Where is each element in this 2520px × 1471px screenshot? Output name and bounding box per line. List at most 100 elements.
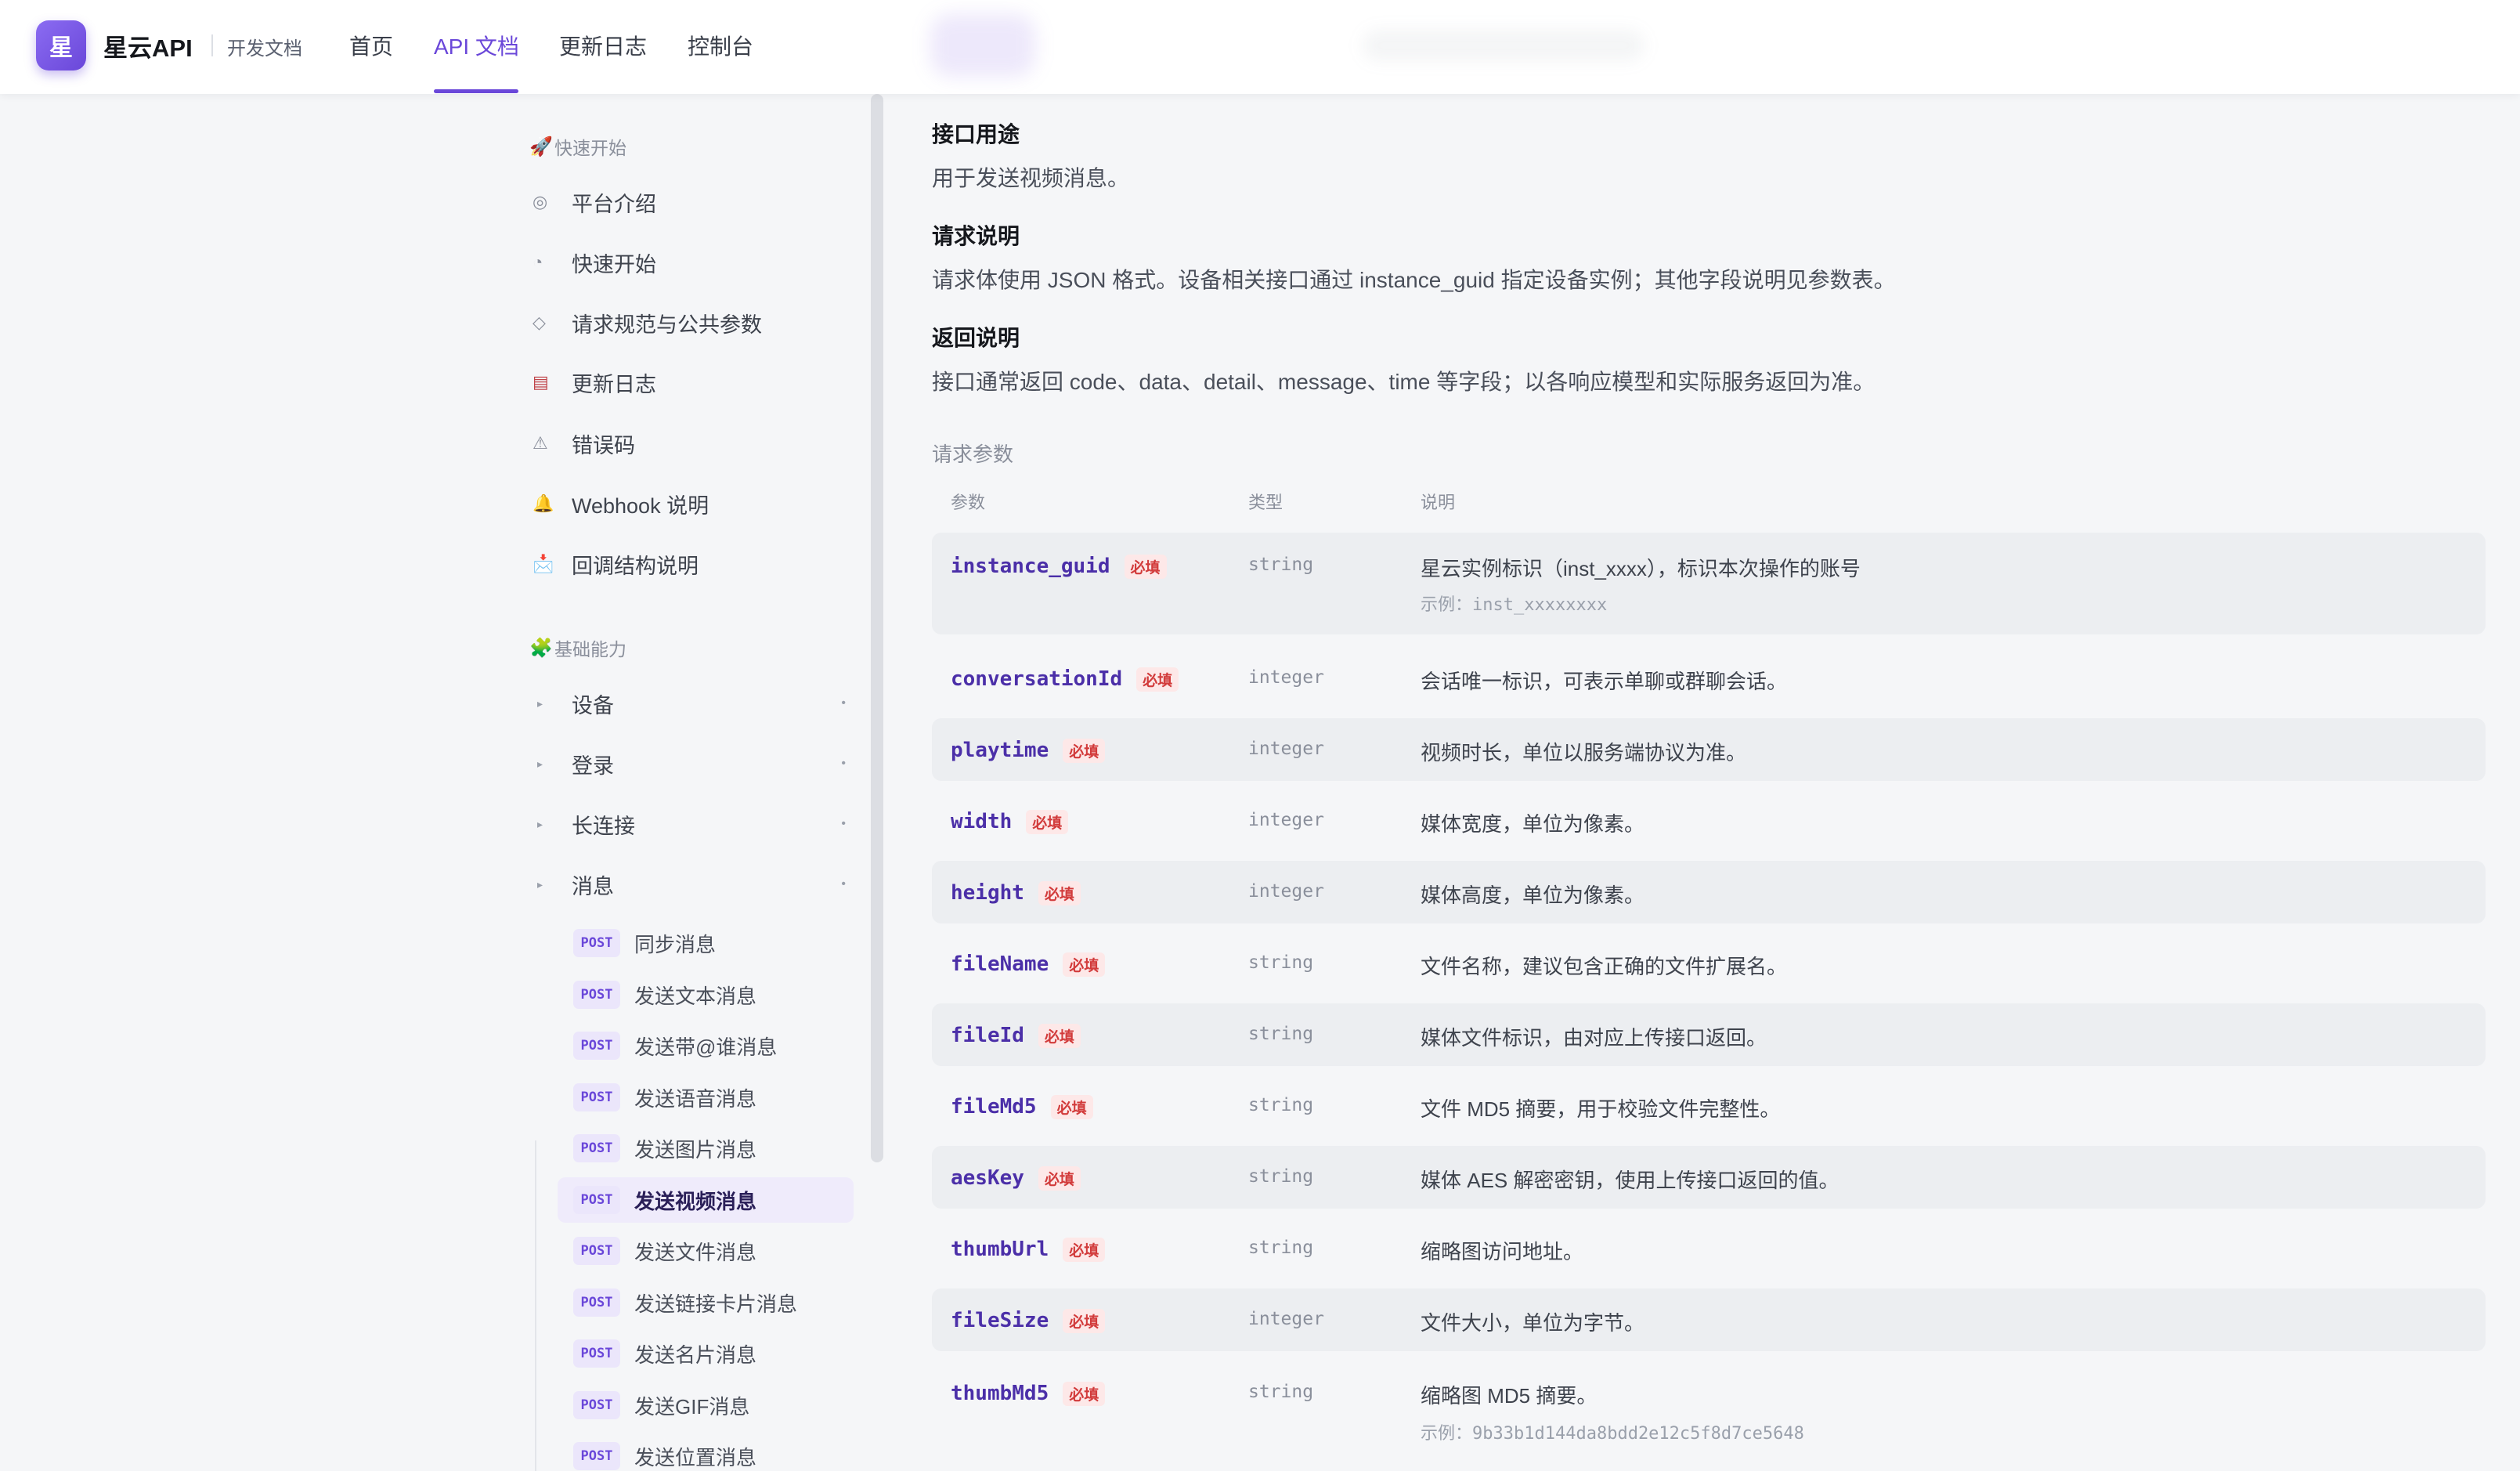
sidebar-item-request-spec[interactable]: ◇ 请求规范与公共参数 [529, 299, 858, 346]
table-row: aesKey 必填 string 媒体 AES 解密密钥，使用上传接口返回的值。 [932, 1146, 2486, 1209]
table-row: thumbMd5 必填 string 缩略图 MD5 摘要。 示例：9b33b1d… [932, 1360, 2486, 1462]
param-desc: 文件名称，建议包含正确的文件扩展名。 [1421, 955, 1788, 978]
sidebar-item-intro[interactable]: ◎ 平台介绍 [529, 179, 858, 226]
caret-right-icon: ▸ [537, 757, 543, 770]
sidebar-endpoint-send-voice[interactable]: POST 发送语音消息 [558, 1075, 854, 1120]
table-row: conversationId 必填 integer 会话唯一标识，可表示单聊或群聊… [932, 647, 2486, 710]
param-type: integer [1248, 739, 1324, 759]
brand-name[interactable]: 星云API [103, 28, 193, 63]
sidebar-endpoint-sync-message[interactable]: POST 同步消息 [558, 920, 854, 966]
example-value: 9b33b1d144da8bdd2e12c5f8d7ce5648 [1472, 1424, 1804, 1444]
clock-icon: ◔ [533, 252, 543, 272]
param-desc: 媒体宽度，单位为像素。 [1421, 812, 1645, 836]
blurred-search [1363, 30, 1644, 61]
sidebar-item-label: Webhook 说明 [572, 493, 709, 518]
chevron-down-icon: • [841, 877, 846, 891]
sidebar-endpoint-send-link-card[interactable]: POST 发送链接卡片消息 [558, 1280, 854, 1325]
required-badge: 必填 [1038, 881, 1081, 905]
nav-changelog[interactable]: 更新日志 [559, 30, 647, 61]
param-type: string [1248, 1166, 1314, 1187]
sidebar-group-message[interactable]: ▸ 消息 • [529, 861, 858, 908]
required-badge: 必填 [1026, 810, 1069, 834]
column-header-desc: 说明 [1421, 493, 1456, 512]
endpoint-label: 发送文件消息 [634, 1240, 757, 1264]
column-header-name: 参数 [951, 493, 986, 512]
logo[interactable]: 星 [36, 20, 86, 70]
sidebar-item-callback[interactable]: 📩 回调结构说明 [529, 540, 858, 587]
diamond-icon: ◇ [533, 313, 546, 332]
caret-right-icon: ▸ [537, 877, 543, 891]
param-desc: 媒体文件标识，由对应上传接口返回。 [1421, 1026, 1767, 1050]
chevron-down-icon: • [841, 817, 846, 830]
section-title-purpose: 接口用途 [932, 122, 1020, 146]
nav-active-indicator [434, 89, 518, 93]
sidebar-endpoint-send-mention[interactable]: POST 发送带@谁消息 [558, 1023, 854, 1068]
required-badge: 必填 [1050, 1095, 1093, 1119]
params-title: 请求参数 [932, 443, 1014, 466]
sidebar-item-error-codes[interactable]: ⚠ 错误码 [529, 420, 858, 467]
sidebar-endpoint-send-video[interactable]: POST 发送视频消息 [558, 1177, 854, 1223]
method-badge: POST [573, 1083, 620, 1111]
sidebar-item-quickstart[interactable]: ◔ 快速开始 [529, 239, 858, 286]
param-name: fileId [951, 1024, 1024, 1047]
target-icon: ◎ [533, 192, 548, 211]
method-badge: POST [573, 1442, 620, 1470]
method-badge: POST [573, 1288, 620, 1317]
nav-api-docs[interactable]: API 文档 [434, 30, 519, 61]
param-example: 示例：inst_xxxxxxxx [1421, 591, 1607, 616]
sidebar-group-device[interactable]: ▸ 设备 • [529, 680, 858, 727]
sidebar-group-label: 快速开始 [554, 138, 626, 158]
param-name: fileName [951, 952, 1049, 976]
sidebar-item-webhook[interactable]: 🔔 Webhook 说明 [529, 480, 858, 527]
sidebar-item-label: 消息 [572, 874, 614, 898]
puzzle-icon: 🧩 [529, 637, 553, 659]
bell-icon: 🔔 [533, 493, 554, 513]
table-row: instance_guid 必填 string 星云实例标识（inst_xxxx）… [932, 533, 2486, 634]
submenu-guide-line [535, 1140, 536, 1471]
required-badge: 必填 [1038, 1166, 1081, 1191]
sidebar-group-long-connection[interactable]: ▸ 长连接 • [529, 801, 858, 848]
param-name: fileMd5 [951, 1095, 1037, 1119]
section-text-purpose: 用于发送视频消息。 [932, 166, 1130, 190]
param-desc: 缩略图访问地址。 [1421, 1240, 1584, 1263]
param-desc: 缩略图 MD5 摘要。 [1421, 1384, 1598, 1408]
example-value: inst_xxxxxxxx [1472, 595, 1608, 615]
param-name: instance_guid [951, 555, 1110, 578]
nav-home[interactable]: 首页 [349, 30, 393, 61]
param-desc: 媒体 AES 解密密钥，使用上传接口返回的值。 [1421, 1169, 1839, 1192]
sidebar-endpoint-send-gif[interactable]: POST 发送GIF消息 [558, 1382, 854, 1428]
table-row: playtime 必填 integer 视频时长，单位以服务端协议为准。 [932, 718, 2486, 781]
sidebar-group-login[interactable]: ▸ 登录 • [529, 740, 858, 787]
param-name: fileSize [951, 1309, 1049, 1332]
method-badge: POST [573, 1186, 620, 1214]
column-header-type: 类型 [1248, 493, 1283, 512]
method-badge: POST [573, 929, 620, 957]
sidebar-group-quickstart: 🚀 快速开始 [529, 133, 626, 160]
sidebar-item-label: 错误码 [572, 433, 635, 457]
param-name: width [951, 810, 1013, 833]
required-badge: 必填 [1063, 739, 1106, 763]
param-type: integer [1248, 1309, 1324, 1329]
method-badge: POST [573, 1339, 620, 1368]
api-doc-content: 接口用途 用于发送视频消息。 请求说明 请求体使用 JSON 格式。设备相关接口… [932, 94, 2506, 1471]
endpoint-label: 发送GIF消息 [634, 1394, 750, 1419]
param-desc: 文件 MD5 摘要，用于校验文件完整性。 [1421, 1097, 1781, 1121]
endpoint-label: 同步消息 [634, 932, 717, 956]
required-badge: 必填 [1063, 1382, 1106, 1406]
sidebar-item-label: 快速开始 [572, 252, 656, 276]
inbox-icon: 📩 [533, 554, 554, 573]
sidebar-endpoint-send-text[interactable]: POST 发送文本消息 [558, 972, 854, 1017]
sidebar-item-changelog[interactable]: ▤ 更新日志 [529, 359, 858, 406]
endpoint-label: 发送文本消息 [634, 984, 757, 1008]
sidebar-scrollbar[interactable] [871, 94, 883, 1162]
caret-right-icon: ▸ [537, 817, 543, 830]
sidebar-endpoint-send-contact-card[interactable]: POST 发送名片消息 [558, 1331, 854, 1376]
required-badge: 必填 [1063, 1238, 1106, 1262]
sidebar-endpoint-send-image[interactable]: POST 发送图片消息 [558, 1126, 854, 1171]
nav-console[interactable]: 控制台 [688, 30, 753, 61]
blurred-button [930, 14, 1035, 77]
sidebar-endpoint-send-location[interactable]: POST 发送位置消息 [558, 1433, 854, 1471]
param-desc: 会话唯一标识，可表示单聊或群聊会话。 [1421, 670, 1788, 693]
example-prefix: 示例： [1421, 1423, 1473, 1443]
sidebar-endpoint-send-file[interactable]: POST 发送文件消息 [558, 1228, 854, 1274]
